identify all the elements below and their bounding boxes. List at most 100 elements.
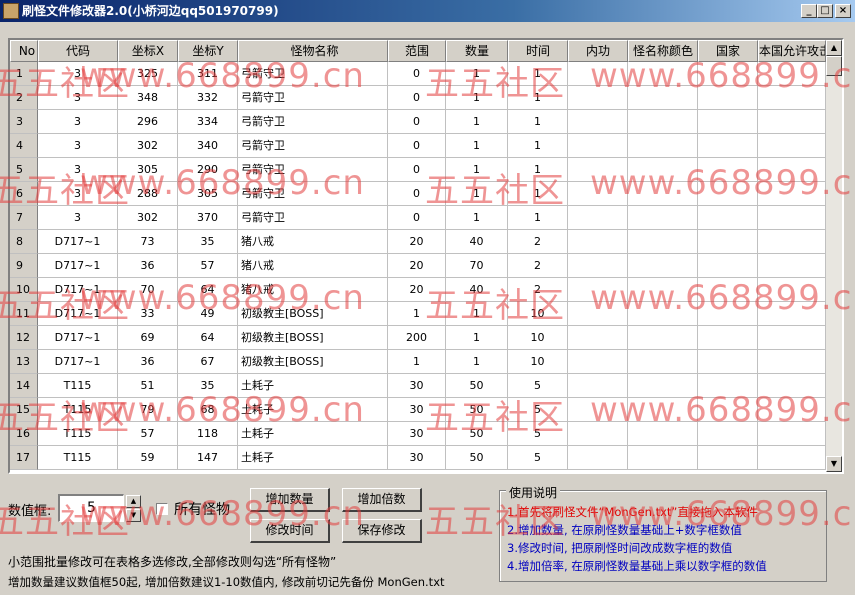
table-cell[interactable]: 1 — [446, 206, 508, 230]
header-col-y[interactable]: 坐标Y — [178, 40, 238, 62]
table-row[interactable]: 5 3 305 290 弓箭守卫 0 1 1 — [10, 158, 826, 182]
table-cell[interactable] — [628, 254, 698, 278]
table-cell[interactable]: 340 — [178, 134, 238, 158]
table-cell[interactable] — [698, 374, 758, 398]
table-cell[interactable] — [698, 134, 758, 158]
table-cell[interactable]: 20 — [388, 230, 446, 254]
table-cell[interactable]: 348 — [118, 86, 178, 110]
table-cell[interactable]: 50 — [446, 422, 508, 446]
table-row[interactable]: 13 D717~1 36 67 初级教主[BOSS] 1 1 10 — [10, 350, 826, 374]
table-cell[interactable] — [698, 302, 758, 326]
table-cell[interactable] — [758, 230, 826, 254]
table-cell[interactable]: 49 — [178, 302, 238, 326]
table-cell[interactable]: 70 — [446, 254, 508, 278]
table-cell[interactable] — [568, 278, 628, 302]
table-cell[interactable]: D717~1 — [38, 326, 118, 350]
table-row[interactable]: 9 D717~1 36 57 猪八戒 20 70 2 — [10, 254, 826, 278]
header-col-code[interactable]: 代码 — [38, 40, 118, 62]
table-cell[interactable] — [568, 326, 628, 350]
table-cell[interactable]: 5 — [508, 422, 568, 446]
table-cell[interactable]: 64 — [178, 326, 238, 350]
table-cell[interactable] — [758, 446, 826, 470]
table-cell[interactable]: 0 — [388, 158, 446, 182]
table-cell[interactable]: 0 — [388, 62, 446, 86]
table-cell[interactable] — [568, 158, 628, 182]
table-cell[interactable] — [758, 86, 826, 110]
table-cell[interactable]: 猪八戒 — [238, 230, 388, 254]
table-cell[interactable]: 36 — [118, 254, 178, 278]
row-number[interactable]: 16 — [10, 422, 38, 446]
monster-table[interactable]: No 代码 坐标X 坐标Y 怪物名称 范围 数量 时间 内功 怪名称颜色 国家 本国允许攻击 1 3 325… — [8, 38, 844, 474]
table-cell[interactable] — [758, 110, 826, 134]
table-cell[interactable] — [568, 374, 628, 398]
row-number[interactable]: 11 — [10, 302, 38, 326]
table-cell[interactable]: D717~1 — [38, 350, 118, 374]
table-cell[interactable]: 0 — [388, 182, 446, 206]
table-cell[interactable] — [758, 398, 826, 422]
row-number[interactable]: 13 — [10, 350, 38, 374]
table-cell[interactable]: 1 — [446, 158, 508, 182]
table-cell[interactable] — [568, 86, 628, 110]
table-cell[interactable] — [698, 206, 758, 230]
table-cell[interactable]: 68 — [178, 398, 238, 422]
table-row[interactable]: 3 3 296 334 弓箭守卫 0 1 1 — [10, 110, 826, 134]
table-cell[interactable]: 332 — [178, 86, 238, 110]
table-cell[interactable] — [698, 398, 758, 422]
save-edit-button[interactable]: 保存修改 — [342, 519, 422, 543]
table-cell[interactable]: D717~1 — [38, 254, 118, 278]
table-cell[interactable]: 30 — [388, 398, 446, 422]
table-cell[interactable]: 土耗子 — [238, 422, 388, 446]
table-cell[interactable]: 59 — [118, 446, 178, 470]
vertical-scrollbar[interactable]: ▲ ▼ — [826, 40, 842, 472]
spin-down-icon[interactable]: ▼ — [126, 509, 141, 522]
table-cell[interactable]: D717~1 — [38, 278, 118, 302]
table-cell[interactable]: 57 — [118, 422, 178, 446]
table-cell[interactable]: 118 — [178, 422, 238, 446]
table-cell[interactable] — [698, 446, 758, 470]
table-cell[interactable] — [568, 350, 628, 374]
table-row[interactable]: 7 3 302 370 弓箭守卫 0 1 1 — [10, 206, 826, 230]
table-cell[interactable] — [758, 158, 826, 182]
table-cell[interactable]: 初级教主[BOSS] — [238, 350, 388, 374]
table-cell[interactable] — [628, 158, 698, 182]
table-cell[interactable]: 0 — [388, 86, 446, 110]
table-cell[interactable]: 初级教主[BOSS] — [238, 302, 388, 326]
table-cell[interactable]: T115 — [38, 422, 118, 446]
title-bar[interactable]: 刷怪文件修改器2.0(小桥河边qq501970799) _ □ × — [0, 0, 855, 22]
table-cell[interactable]: 弓箭守卫 — [238, 86, 388, 110]
table-cell[interactable]: 1 — [446, 182, 508, 206]
table-cell[interactable] — [758, 302, 826, 326]
table-cell[interactable] — [698, 62, 758, 86]
table-cell[interactable]: 30 — [388, 422, 446, 446]
table-row[interactable]: 8 D717~1 73 35 猪八戒 20 40 2 — [10, 230, 826, 254]
table-cell[interactable]: 325 — [118, 62, 178, 86]
table-cell[interactable]: 35 — [178, 374, 238, 398]
table-row[interactable]: 17 T115 59 147 土耗子 30 50 5 — [10, 446, 826, 470]
table-cell[interactable]: 10 — [508, 326, 568, 350]
table-cell[interactable] — [698, 278, 758, 302]
table-cell[interactable] — [568, 206, 628, 230]
row-number[interactable]: 4 — [10, 134, 38, 158]
table-cell[interactable] — [698, 110, 758, 134]
row-number[interactable]: 14 — [10, 374, 38, 398]
table-cell[interactable]: 69 — [118, 326, 178, 350]
table-cell[interactable]: 弓箭守卫 — [238, 206, 388, 230]
table-cell[interactable] — [628, 374, 698, 398]
table-cell[interactable] — [628, 422, 698, 446]
row-number[interactable]: 8 — [10, 230, 38, 254]
header-col-no[interactable]: No — [10, 40, 38, 62]
table-cell[interactable]: 73 — [118, 230, 178, 254]
header-col-count[interactable]: 数量 — [446, 40, 508, 62]
table-cell[interactable]: 猪八戒 — [238, 254, 388, 278]
table-cell[interactable] — [628, 62, 698, 86]
value-input[interactable]: 5 — [58, 494, 124, 522]
header-col-nation[interactable]: 国家 — [698, 40, 758, 62]
scroll-down-icon[interactable]: ▼ — [826, 456, 842, 472]
row-number[interactable]: 9 — [10, 254, 38, 278]
table-cell[interactable] — [568, 446, 628, 470]
table-cell[interactable]: 370 — [178, 206, 238, 230]
header-col-x[interactable]: 坐标X — [118, 40, 178, 62]
table-cell[interactable] — [568, 398, 628, 422]
table-cell[interactable]: 5 — [508, 374, 568, 398]
table-cell[interactable]: 3 — [38, 62, 118, 86]
